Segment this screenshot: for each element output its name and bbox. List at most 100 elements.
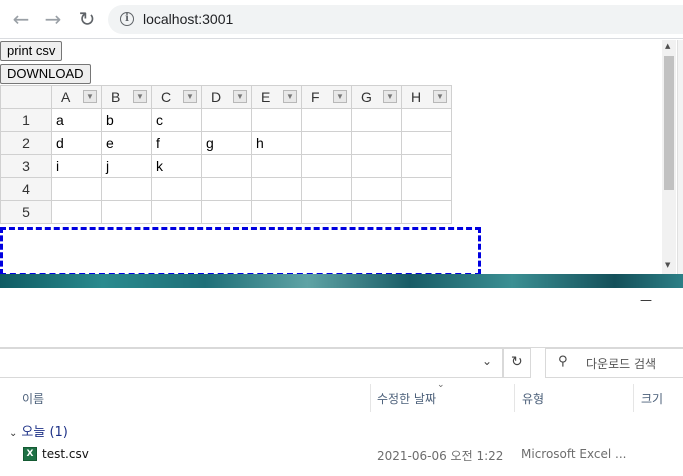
scrollbar-thumb[interactable] bbox=[664, 56, 674, 190]
grid-cell[interactable] bbox=[251, 154, 302, 178]
page-scrollbar[interactable]: ▲ ▼ bbox=[662, 40, 676, 274]
grid-cell[interactable] bbox=[101, 200, 152, 224]
grid-cell[interactable]: j bbox=[101, 154, 152, 178]
column-menu-arrow-icon[interactable]: ▼ bbox=[383, 90, 397, 103]
column-menu-arrow-icon[interactable]: ▼ bbox=[433, 90, 447, 103]
column-header-h[interactable]: H ▼ bbox=[401, 85, 452, 109]
column-header-g[interactable]: G ▼ bbox=[351, 85, 402, 109]
table-row: 3 i j k bbox=[0, 154, 452, 178]
grid-cell[interactable]: g bbox=[201, 131, 252, 155]
column-separator[interactable] bbox=[633, 384, 634, 412]
file-explorer-window: — ⌄ ↻ ⚲ 다운로드 검색 이름 ⌄ 수정한 날짜 유형 크기 ⌄ 오늘 (1… bbox=[0, 288, 683, 476]
chevron-down-icon[interactable]: ⌄ bbox=[9, 428, 17, 439]
refresh-button[interactable]: ↻ bbox=[503, 348, 531, 378]
column-separator[interactable] bbox=[514, 384, 515, 412]
address-bar[interactable]: i localhost:3001 bbox=[108, 5, 683, 34]
corner-cell[interactable] bbox=[0, 85, 52, 109]
grid-cell[interactable] bbox=[351, 154, 402, 178]
column-header-modified[interactable]: 수정한 날짜 bbox=[377, 384, 436, 414]
column-header-size[interactable]: 크기 bbox=[641, 384, 663, 414]
chevron-down-icon[interactable]: ⌄ bbox=[482, 354, 492, 368]
reload-icon[interactable]: ↻ bbox=[75, 7, 99, 31]
column-header-f[interactable]: F ▼ bbox=[301, 85, 352, 109]
url-text[interactable]: localhost:3001 bbox=[143, 11, 233, 27]
grid-cell[interactable] bbox=[151, 200, 202, 224]
grid-cell[interactable] bbox=[251, 177, 302, 201]
grid-cell[interactable] bbox=[401, 108, 452, 132]
column-menu-arrow-icon[interactable]: ▼ bbox=[233, 90, 247, 103]
column-menu-arrow-icon[interactable]: ▼ bbox=[333, 90, 347, 103]
grid-cell[interactable] bbox=[301, 177, 352, 201]
grid-cell[interactable] bbox=[201, 154, 252, 178]
list-item[interactable]: X test.csv 2021-06-06 오전 1:22 Microsoft … bbox=[0, 444, 683, 466]
column-menu-arrow-icon[interactable]: ▼ bbox=[133, 90, 147, 103]
spreadsheet-grid[interactable]: A▼ B▼ C▼ D▼ E▼ F▼ G▼ H▼ 1 a b c bbox=[0, 85, 452, 224]
grid-cell[interactable] bbox=[51, 200, 102, 224]
grid-cell[interactable] bbox=[301, 131, 352, 155]
file-name[interactable]: test.csv bbox=[42, 447, 89, 461]
grid-cell[interactable]: e bbox=[101, 131, 152, 155]
explorer-address-bar[interactable]: ⌄ bbox=[0, 348, 503, 378]
grid-cell[interactable] bbox=[101, 177, 152, 201]
forward-arrow-icon[interactable]: → bbox=[41, 7, 65, 31]
grid-cell[interactable]: a bbox=[51, 108, 102, 132]
column-header-b[interactable]: B ▼ bbox=[101, 85, 152, 109]
desktop-wallpaper bbox=[0, 274, 683, 288]
grid-cell[interactable] bbox=[401, 200, 452, 224]
grid-cell[interactable] bbox=[201, 200, 252, 224]
row-header[interactable]: 4 bbox=[0, 177, 52, 201]
grid-cell[interactable] bbox=[201, 177, 252, 201]
explorer-search-box[interactable]: ⚲ 다운로드 검색 bbox=[545, 348, 683, 378]
grid-cell[interactable] bbox=[401, 154, 452, 178]
print-csv-button[interactable]: print csv bbox=[0, 41, 63, 61]
grid-cell[interactable]: k bbox=[151, 154, 202, 178]
column-label: D bbox=[211, 89, 222, 105]
grid-cell[interactable] bbox=[351, 131, 402, 155]
column-menu-arrow-icon[interactable]: ▼ bbox=[183, 90, 197, 103]
dashed-drop-area bbox=[0, 227, 481, 274]
column-header-a[interactable]: A ▼ bbox=[51, 85, 102, 109]
column-menu-arrow-icon[interactable]: ▼ bbox=[83, 90, 97, 103]
grid-cell[interactable] bbox=[301, 200, 352, 224]
grid-cell[interactable]: b bbox=[101, 108, 152, 132]
column-separator[interactable] bbox=[370, 384, 371, 412]
grid-cell[interactable] bbox=[401, 131, 452, 155]
grid-cell[interactable]: c bbox=[151, 108, 202, 132]
row-header[interactable]: 3 bbox=[0, 154, 52, 178]
grid-cell[interactable] bbox=[51, 177, 102, 201]
group-header-today[interactable]: ⌄ 오늘 (1) bbox=[9, 421, 68, 440]
grid-cell[interactable] bbox=[301, 154, 352, 178]
row-header[interactable]: 2 bbox=[0, 131, 52, 155]
back-arrow-icon[interactable]: ← bbox=[9, 7, 33, 31]
grid-cell[interactable] bbox=[251, 108, 302, 132]
info-icon[interactable]: i bbox=[120, 12, 134, 26]
browser-toolbar: ← → ↻ i localhost:3001 bbox=[0, 0, 683, 39]
grid-cell[interactable] bbox=[201, 108, 252, 132]
grid-cell[interactable] bbox=[401, 177, 452, 201]
grid-cell[interactable]: f bbox=[151, 131, 202, 155]
minimize-icon[interactable]: — bbox=[640, 293, 652, 307]
grid-cell[interactable] bbox=[351, 108, 402, 132]
grid-cell[interactable] bbox=[251, 200, 302, 224]
row-header[interactable]: 5 bbox=[0, 200, 52, 224]
grid-cell[interactable] bbox=[301, 108, 352, 132]
grid-cell[interactable]: i bbox=[51, 154, 102, 178]
grid-cell[interactable]: h bbox=[251, 131, 302, 155]
file-type: Microsoft Excel ... bbox=[521, 447, 627, 461]
grid-cell[interactable] bbox=[351, 177, 402, 201]
column-header-c[interactable]: C ▼ bbox=[151, 85, 202, 109]
column-header-name[interactable]: 이름 bbox=[22, 384, 44, 414]
grid-cell[interactable] bbox=[151, 177, 202, 201]
scroll-down-arrow-icon[interactable]: ▼ bbox=[665, 261, 670, 269]
grid-cell[interactable] bbox=[351, 200, 402, 224]
column-label: H bbox=[411, 89, 422, 105]
column-menu-arrow-icon[interactable]: ▼ bbox=[283, 90, 297, 103]
column-header-d[interactable]: D ▼ bbox=[201, 85, 252, 109]
grid-cell[interactable]: d bbox=[51, 131, 102, 155]
window-edge bbox=[677, 40, 683, 274]
column-header-e[interactable]: E ▼ bbox=[251, 85, 302, 109]
scroll-up-arrow-icon[interactable]: ▲ bbox=[665, 42, 670, 50]
column-header-type[interactable]: 유형 bbox=[522, 384, 544, 414]
download-button[interactable]: DOWNLOAD bbox=[0, 64, 91, 84]
row-header[interactable]: 1 bbox=[0, 108, 52, 132]
